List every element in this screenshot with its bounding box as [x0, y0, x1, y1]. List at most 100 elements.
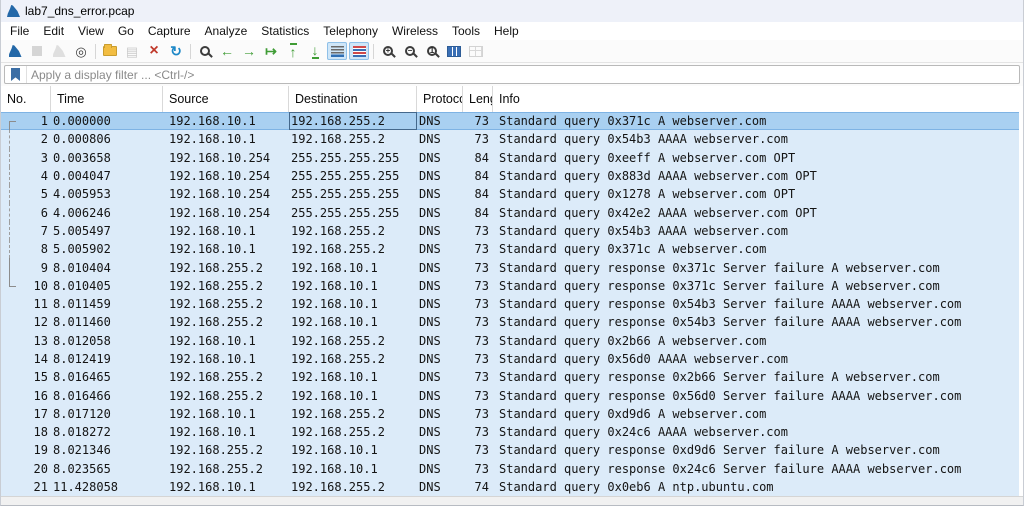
table-row[interactable]: 4 0.004047 192.168.10.254 255.255.255.25…	[1, 167, 1019, 185]
cell-source: 192.168.255.2	[163, 460, 289, 478]
cell-destination: 192.168.255.2	[289, 405, 417, 423]
table-row[interactable]: 10 8.010405 192.168.255.2 192.168.10.1 D…	[1, 277, 1019, 295]
cell-info: Standard query 0x371c A webserver.com	[493, 240, 1019, 258]
colorize-icon[interactable]	[349, 42, 369, 60]
start-capture-icon[interactable]	[5, 42, 25, 60]
cell-info: Standard query 0xd9d6 A webserver.com	[493, 405, 1019, 423]
menu-item-capture[interactable]: Capture	[141, 22, 198, 40]
cell-length: 74	[463, 478, 493, 496]
table-row[interactable]: 16 8.016466 192.168.255.2 192.168.10.1 D…	[1, 386, 1019, 404]
menu-item-tools[interactable]: Tools	[445, 22, 487, 40]
menu-item-file[interactable]: File	[3, 22, 36, 40]
table-row[interactable]: 6 4.006246 192.168.10.254 255.255.255.25…	[1, 203, 1019, 221]
cell-time: 11.428058	[51, 478, 163, 496]
table-row[interactable]: 19 8.021346 192.168.255.2 192.168.10.1 D…	[1, 441, 1019, 459]
capture-options-icon[interactable]: ◎	[71, 42, 91, 60]
menu-item-analyze[interactable]: Analyze	[198, 22, 255, 40]
open-file-icon[interactable]	[100, 42, 120, 60]
cell-source: 192.168.10.254	[163, 149, 289, 167]
table-row[interactable]: 14 8.012419 192.168.10.1 192.168.255.2 D…	[1, 350, 1019, 368]
display-filter-input[interactable]	[27, 66, 1019, 83]
cell-source: 192.168.255.2	[163, 313, 289, 331]
column-header-source[interactable]: Source	[163, 86, 289, 112]
cell-no: 3	[1, 149, 51, 167]
column-header-length[interactable]: Leng	[463, 86, 493, 112]
table-row[interactable]: 15 8.016465 192.168.255.2 192.168.10.1 D…	[1, 368, 1019, 386]
table-row[interactable]: 9 8.010404 192.168.255.2 192.168.10.1 DN…	[1, 258, 1019, 276]
menu-item-help[interactable]: Help	[487, 22, 526, 40]
cell-info: Standard query 0xeeff A webserver.com OP…	[493, 149, 1019, 167]
close-file-icon[interactable]: ×	[144, 42, 164, 60]
column-header-info[interactable]: Info	[493, 86, 1023, 112]
go-to-packet-icon[interactable]: ↦	[261, 42, 281, 60]
cell-protocol: DNS	[417, 167, 463, 185]
table-row[interactable]: 8 5.005902 192.168.10.1 192.168.255.2 DN…	[1, 240, 1019, 258]
cell-time: 8.023565	[51, 460, 163, 478]
cell-destination: 192.168.10.1	[289, 295, 417, 313]
go-last-icon[interactable]: ↓	[305, 42, 325, 60]
menu-item-statistics[interactable]: Statistics	[254, 22, 316, 40]
column-header-protocol[interactable]: Protoco	[417, 86, 463, 112]
resize-columns-icon[interactable]	[444, 42, 464, 60]
table-row[interactable]: 11 8.011459 192.168.255.2 192.168.10.1 D…	[1, 295, 1019, 313]
table-row[interactable]: 5 4.005953 192.168.10.254 255.255.255.25…	[1, 185, 1019, 203]
cell-no: 10	[1, 277, 51, 295]
cell-time: 5.005902	[51, 240, 163, 258]
auto-scroll-icon[interactable]	[327, 42, 347, 60]
column-header-time[interactable]: Time	[51, 86, 163, 112]
cell-source: 192.168.10.1	[163, 405, 289, 423]
conversation-indicator	[9, 332, 19, 350]
cell-destination: 192.168.10.1	[289, 460, 417, 478]
cell-protocol: DNS	[417, 222, 463, 240]
cell-destination: 192.168.10.1	[289, 386, 417, 404]
table-row[interactable]: 7 5.005497 192.168.10.1 192.168.255.2 DN…	[1, 222, 1019, 240]
cell-source: 192.168.10.254	[163, 203, 289, 221]
menu-item-view[interactable]: View	[71, 22, 111, 40]
wireshark-logo-icon	[7, 5, 20, 17]
find-packet-icon[interactable]	[195, 42, 215, 60]
cell-length: 73	[463, 313, 493, 331]
menu-item-edit[interactable]: Edit	[36, 22, 71, 40]
cell-info: Standard query 0x0eb6 A ntp.ubuntu.com	[493, 478, 1019, 496]
menu-item-go[interactable]: Go	[111, 22, 141, 40]
conversation-indicator	[9, 130, 19, 148]
filter-bookmark-button[interactable]	[5, 66, 27, 83]
cell-info: Standard query 0x24c6 AAAA webserver.com	[493, 423, 1019, 441]
conversation-indicator	[9, 277, 19, 295]
menu-item-wireless[interactable]: Wireless	[385, 22, 445, 40]
cell-length: 84	[463, 167, 493, 185]
column-header-no[interactable]: No.	[1, 86, 51, 112]
go-first-icon[interactable]: ↑	[283, 42, 303, 60]
cell-source: 192.168.255.2	[163, 295, 289, 313]
cell-info: Standard query 0x42e2 AAAA webserver.com…	[493, 203, 1019, 221]
menu-item-telephony[interactable]: Telephony	[316, 22, 385, 40]
go-back-icon[interactable]: ←	[217, 42, 237, 60]
table-row[interactable]: 2 0.000806 192.168.10.1 192.168.255.2 DN…	[1, 130, 1019, 148]
cell-source: 192.168.10.1	[163, 423, 289, 441]
toolbar-separator	[373, 44, 374, 59]
reload-file-icon[interactable]: ↻	[166, 42, 186, 60]
cell-source: 192.168.255.2	[163, 441, 289, 459]
table-row[interactable]: 17 8.017120 192.168.10.1 192.168.255.2 D…	[1, 405, 1019, 423]
cell-destination: 255.255.255.255	[289, 185, 417, 203]
table-row[interactable]: 18 8.018272 192.168.10.1 192.168.255.2 D…	[1, 423, 1019, 441]
table-row[interactable]: 3 0.003658 192.168.10.254 255.255.255.25…	[1, 149, 1019, 167]
column-header-destination[interactable]: Destination	[289, 86, 417, 112]
cell-length: 84	[463, 203, 493, 221]
zoom-in-icon[interactable]: +	[378, 42, 398, 60]
cell-time: 8.010404	[51, 258, 163, 276]
window-titlebar[interactable]: lab7_dns_error.pcap	[1, 0, 1023, 22]
cell-protocol: DNS	[417, 258, 463, 276]
table-row[interactable]: 21 11.428058 192.168.10.1 192.168.255.2 …	[1, 478, 1019, 496]
table-row[interactable]: 12 8.011460 192.168.255.2 192.168.10.1 D…	[1, 313, 1019, 331]
interfaces-icon	[466, 42, 486, 60]
zoom-reset-icon[interactable]: 1	[422, 42, 442, 60]
go-forward-icon[interactable]: →	[239, 42, 259, 60]
table-row[interactable]: 20 8.023565 192.168.255.2 192.168.10.1 D…	[1, 460, 1019, 478]
conversation-indicator	[9, 368, 19, 386]
zoom-out-icon[interactable]: −	[400, 42, 420, 60]
cell-length: 73	[463, 222, 493, 240]
packet-list-header: No.TimeSourceDestinationProtocoLengInfo	[1, 86, 1023, 112]
table-row[interactable]: 1 0.000000 192.168.10.1 192.168.255.2 DN…	[1, 112, 1019, 130]
table-row[interactable]: 13 8.012058 192.168.10.1 192.168.255.2 D…	[1, 332, 1019, 350]
